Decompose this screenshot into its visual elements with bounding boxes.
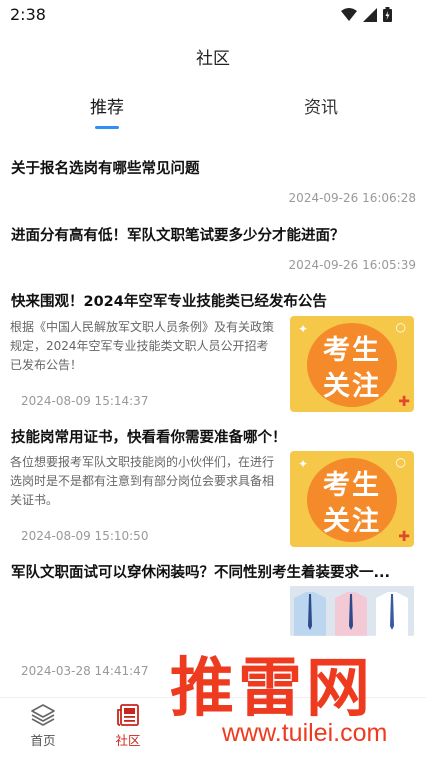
article-time: 2024-08-09 15:10:50 [21,529,149,543]
article-summary: 各位想要报考军队文职技能岗的小伙伴们，在进行选岗时是不是都有注意到有部分岗位会要… [10,455,275,507]
page-title: 社区 [196,49,230,69]
status-icons [341,7,392,22]
tab-recommend[interactable]: 推荐 [57,93,157,118]
nav-label: 社区 [115,733,141,748]
status-bar: 2:38 [0,0,426,30]
article-thumbnail [290,586,414,636]
article-time: 2024-09-26 16:05:39 [288,258,416,272]
tab-bar: 推荐 资讯 [0,93,426,133]
tab-news[interactable]: 资讯 [271,93,371,118]
watermark-url: www.tuilei.com [222,719,388,747]
thumbnail-text: 关注 [323,371,381,402]
shirts-image [290,586,414,636]
watermark-text: 推雷网 [170,652,374,726]
newspaper-icon [117,704,139,726]
article-thumbnail: ✦ ○ 考生 关注 ✚ [290,451,414,547]
plus-icon: ✚ [398,529,410,545]
article-title: 进面分有高有低！军队文职笔试要多少分才能进面？ [11,228,345,244]
article-time: 2024-08-09 15:14:37 [21,394,149,408]
signal-icon [363,7,377,22]
article-time: 2024-03-28 14:41:47 [21,664,149,678]
article-title: 技能岗常用证书，快看看你需要准备哪个！ [11,430,287,446]
article-title: 军队文职面试可以穿休闲装吗？不同性别考生着装要求一... [11,565,391,581]
thumbnail-text: 考生 [323,335,381,366]
watermark-logo: 推雷网 www.tuilei.com [156,635,426,757]
plus-icon: ✚ [398,394,410,410]
battery-icon [383,7,392,22]
article-title: 关于报名选岗有哪些常见问题 [11,161,200,177]
nav-label: 首页 [30,733,56,748]
article-summary: 根据《中国人民解放军文职人员条例》及有关政策规定，2024年空军专业技能类文职人… [10,320,275,372]
nav-item-home[interactable]: 首页 [13,704,73,749]
article-title: 快来围观！2024年空军专业技能类已经发布公告 [11,294,327,310]
layers-icon [31,704,55,726]
article-time: 2024-09-26 16:06:28 [288,191,416,205]
active-tab-indicator [95,126,119,129]
status-time: 2:38 [10,5,46,24]
thumbnail-text: 关注 [323,506,381,537]
thumbnail-text: 考生 [323,470,381,501]
nav-item-community[interactable]: 社区 [98,704,158,749]
wifi-icon [341,7,357,21]
article-thumbnail: ✦ ○ 考生 关注 ✚ [290,316,414,412]
